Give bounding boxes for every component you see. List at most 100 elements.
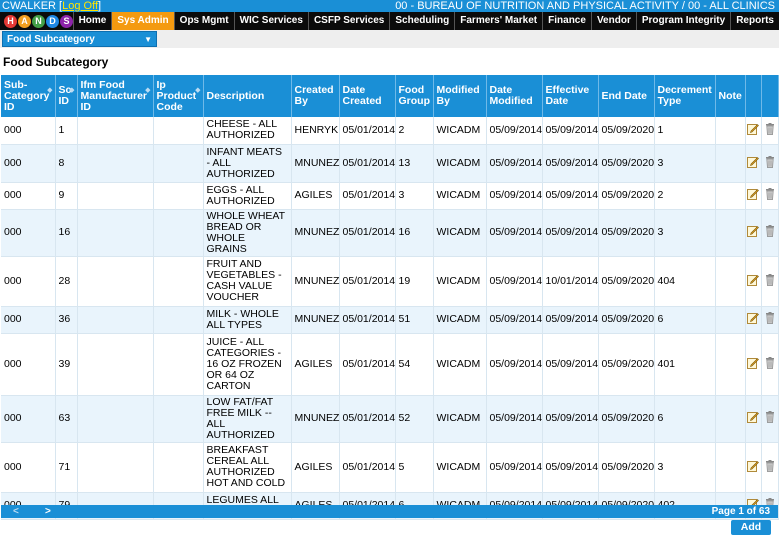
table-body: 000 1 CHEESE - ALL AUTHORIZED HENRYK 05/01/2… — [1, 117, 779, 520]
menu-home[interactable]: Home — [72, 12, 112, 30]
trash-icon[interactable] — [764, 312, 776, 324]
col-created-by[interactable]: Created By — [291, 75, 340, 117]
cell-description: JUICE - ALL CATEGORIES - 16 OZ FROZEN OR… — [203, 333, 292, 396]
col-ifm-food-manufacturer-id[interactable]: Ifm Food Manufacturer ID ◆ — [77, 75, 154, 117]
trash-icon[interactable] — [764, 459, 776, 472]
edit-icon[interactable] — [747, 460, 759, 472]
sort-icon: ◆ — [145, 87, 151, 94]
table-row[interactable]: 000 8 INFANT MEATS - ALL AUTHORIZED MNUNEZ 0… — [1, 144, 779, 183]
col-ip-product-code[interactable]: Ip Product Code ◆ — [153, 75, 204, 117]
cell-date-modified: 05/09/2014 — [486, 333, 543, 396]
cell-end-date: 05/09/2020 — [598, 306, 655, 334]
menu-reports[interactable]: Reports — [730, 12, 779, 30]
col-food-group[interactable]: Food Group — [395, 75, 434, 117]
cell-sc-id: 16 — [55, 209, 78, 257]
table-row[interactable]: 000 36 MILK - WHOLE ALL TYPES MNUNEZ 05/01/2… — [1, 306, 779, 334]
logoff-link[interactable]: Log Off — [62, 0, 98, 12]
col-date-created[interactable]: Date Created — [339, 75, 396, 117]
cell-sc-id: 36 — [55, 306, 78, 334]
cell-effective-date: 05/09/2014 — [542, 209, 599, 257]
table-header-row: Sub-Category ID ◆ Sc ID ◆ Ifm Food Manufac… — [1, 75, 779, 117]
top-status-bar: CWALKER [Log Off] 00 - BUREAU OF NUTRITI… — [0, 0, 779, 12]
trash-icon[interactable] — [764, 356, 776, 369]
sort-icon: ◆ — [47, 87, 53, 94]
cell-food-group: 13 — [395, 144, 434, 183]
cell-ip-code — [153, 333, 204, 396]
logo-letter-d: D — [46, 14, 59, 28]
next-page-button[interactable]: > — [45, 505, 51, 518]
trash-icon[interactable] — [764, 225, 776, 237]
menu-wic-services[interactable]: WIC Services — [233, 12, 308, 30]
edit-icon[interactable] — [747, 274, 759, 286]
cell-ip-code — [153, 256, 204, 307]
menu-farmers-market[interactable]: Farmers' Market — [454, 12, 542, 30]
cell-food-group: 3 — [395, 182, 434, 210]
cell-description: LOW FAT/FAT FREE MILK -- ALL AUTHORIZED — [203, 395, 292, 443]
col-description[interactable]: Description — [203, 75, 292, 117]
trash-icon[interactable] — [764, 155, 776, 168]
cell-note — [715, 442, 746, 493]
prev-page-button[interactable]: < — [13, 505, 19, 518]
col-note[interactable]: Note — [715, 75, 746, 117]
add-button[interactable]: Add — [731, 520, 771, 535]
edit-icon[interactable] — [747, 312, 759, 324]
logo-letter-h: H — [4, 14, 17, 28]
cell-decrement-type: 3 — [654, 144, 716, 183]
menu-ops-mgmt[interactable]: Ops Mgmt — [173, 12, 234, 30]
col-end-date[interactable]: End Date — [598, 75, 655, 117]
table-row[interactable]: 000 28 FRUIT AND VEGETABLES - CASH VALUE V… — [1, 256, 779, 307]
trash-icon[interactable] — [764, 273, 776, 286]
cell-subcategory-id: 000 — [1, 209, 56, 257]
cell-sc-id: 8 — [55, 144, 78, 183]
col-subcategory-id[interactable]: Sub-Category ID ◆ — [1, 75, 56, 117]
trash-icon[interactable] — [764, 188, 776, 200]
col-modified-by[interactable]: Modified By — [433, 75, 487, 117]
cell-note — [715, 209, 746, 257]
edit-icon[interactable] — [747, 156, 759, 168]
menu-sys-admin[interactable]: Sys Admin — [111, 12, 174, 30]
cell-effective-date: 10/01/2014 — [542, 256, 599, 307]
cell-description: FRUIT AND VEGETABLES - CASH VALUE VOUCHE… — [203, 256, 292, 307]
cell-decrement-type: 404 — [654, 256, 716, 307]
cell-food-group: 54 — [395, 333, 434, 396]
table-row[interactable]: 000 71 BREAKFAST CEREAL ALL AUTHORIZED HOT… — [1, 442, 779, 493]
cell-effective-date: 05/09/2014 — [542, 395, 599, 443]
cell-delete — [761, 395, 779, 443]
cell-effective-date: 05/09/2014 — [542, 442, 599, 493]
edit-icon[interactable] — [747, 123, 759, 135]
edit-icon[interactable] — [747, 411, 759, 423]
cell-end-date: 05/09/2020 — [598, 333, 655, 396]
cell-subcategory-id: 000 — [1, 395, 56, 443]
cell-end-date: 05/09/2020 — [598, 209, 655, 257]
cell-end-date: 05/09/2020 — [598, 182, 655, 210]
col-decrement-type[interactable]: Decrement Type — [654, 75, 716, 117]
food-subcategory-dropdown[interactable]: Food Subcategory ▼ — [2, 31, 157, 47]
menu-scheduling[interactable]: Scheduling — [389, 12, 454, 30]
menu-program-integrity[interactable]: Program Integrity — [635, 12, 730, 30]
cell-created-by: MNUNEZ — [291, 209, 340, 257]
edit-icon[interactable] — [747, 357, 759, 369]
table-row[interactable]: 000 1 CHEESE - ALL AUTHORIZED HENRYK 05/01/2… — [1, 117, 779, 145]
trash-icon[interactable] — [764, 122, 776, 135]
col-sc-id[interactable]: Sc ID ◆ — [55, 75, 78, 117]
cell-note — [715, 395, 746, 443]
col-effective-date[interactable]: Effective Date — [542, 75, 599, 117]
trash-icon[interactable] — [764, 411, 776, 423]
menu-finance[interactable]: Finance — [542, 12, 591, 30]
cell-food-group: 5 — [395, 442, 434, 493]
table-row[interactable]: 000 39 JUICE - ALL CATEGORIES - 16 OZ FROZ… — [1, 333, 779, 396]
cell-food-group: 2 — [395, 117, 434, 145]
cell-description: EGGS - ALL AUTHORIZED — [203, 182, 292, 210]
table-row[interactable]: 000 16 WHOLE WHEAT BREAD OR WHOLE GRAINS MN… — [1, 209, 779, 257]
edit-icon[interactable] — [747, 188, 759, 200]
cell-edit — [745, 117, 762, 145]
edit-icon[interactable] — [747, 225, 759, 237]
menu-csfp-services[interactable]: CSFP Services — [307, 12, 389, 30]
menu-vendor[interactable]: Vendor — [590, 12, 636, 30]
cell-sc-id: 63 — [55, 395, 78, 443]
table-row[interactable]: 000 63 LOW FAT/FAT FREE MILK -- ALL AUTHOR… — [1, 395, 779, 443]
col-date-modified[interactable]: Date Modified — [486, 75, 543, 117]
table-row[interactable]: 000 9 EGGS - ALL AUTHORIZED AGILES 05/01/201… — [1, 182, 779, 210]
cell-food-group: 52 — [395, 395, 434, 443]
sort-icon: ◆ — [195, 87, 201, 94]
